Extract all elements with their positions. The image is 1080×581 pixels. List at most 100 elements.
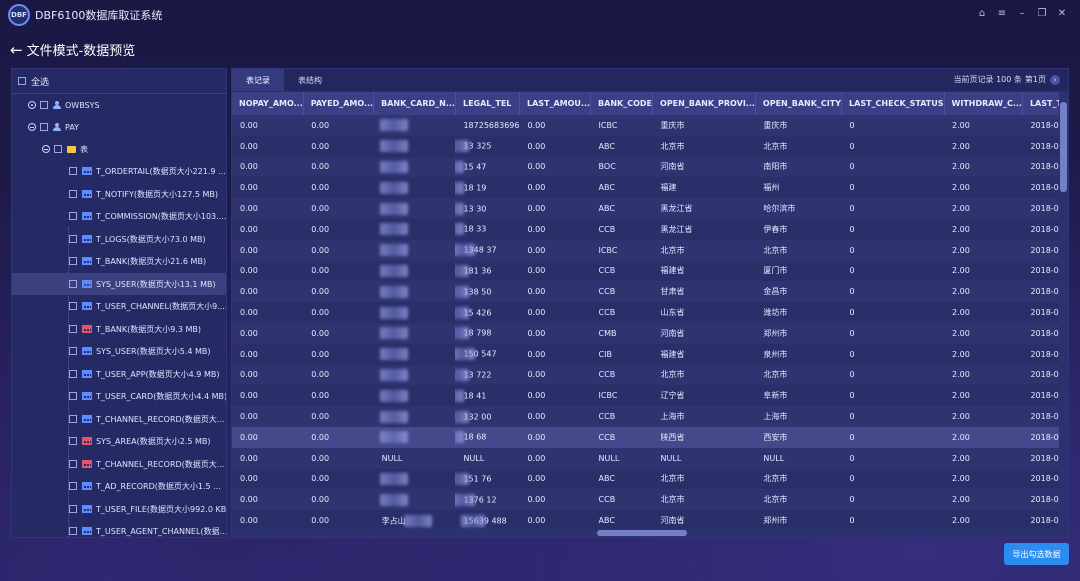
back-arrow-icon[interactable]: ← bbox=[10, 41, 23, 59]
table-row[interactable]: 0.000.0018 190.00ABC福建福州02.002018-05-28 … bbox=[232, 177, 1068, 199]
table-vertical-scrollbar[interactable] bbox=[1059, 92, 1068, 537]
table-vscroll-thumb[interactable] bbox=[1060, 102, 1067, 192]
table-header-row: NOPAY_AMO... PAYED_AMO... BANK_CARD_N... LE… bbox=[232, 92, 1068, 115]
column-header[interactable]: LAST_CHECK_STATUS bbox=[841, 92, 945, 115]
tree-item[interactable]: SYS_AREA(数据页大小2.5 MB) bbox=[12, 430, 226, 452]
table-row[interactable]: 0.000.0013 7220.00CCB北京市北京市02.002018-06-… bbox=[232, 364, 1068, 386]
column-header[interactable]: BANK_CARD_N... bbox=[373, 92, 456, 115]
tree-item-checkbox[interactable] bbox=[54, 145, 62, 153]
tree-item[interactable]: SYS_USER(数据页大小13.1 MB) bbox=[12, 273, 226, 295]
table-row[interactable]: 0.000.00150 5470.00CIB福建省泉州市02.002018-06… bbox=[232, 343, 1068, 365]
tree-item[interactable]: T_CHANNEL_RECORD(数据页大... bbox=[12, 408, 226, 430]
column-header[interactable]: LEGAL_TEL bbox=[455, 92, 520, 115]
tree-item[interactable]: T_USER_CARD(数据页大小4.4 MB) bbox=[12, 385, 226, 407]
tree-item[interactable]: T_BANK(数据页大小9.3 MB) bbox=[12, 318, 226, 340]
tree-item[interactable]: T_ORDERTAIL(数据页大小221.9 ... bbox=[12, 160, 226, 182]
tree-item[interactable]: 表 bbox=[12, 138, 226, 160]
tree-item[interactable]: T_USER_AGENT_CHANNEL(数据... bbox=[12, 520, 226, 537]
table-cell: 18 19 bbox=[455, 177, 520, 199]
table-row[interactable]: 0.00 0.00 1348 37 0.00 ICBC 北京市 北京市 0 2.00 2018-0… bbox=[232, 239, 1068, 261]
table-row[interactable]: 0.000.00132 000.00CCB上海市上海市02.002018-05-… bbox=[232, 406, 1068, 427]
tree-item[interactable]: PAY bbox=[12, 116, 226, 138]
tree-item[interactable]: SYS_USER(数据页大小5.4 MB) bbox=[12, 340, 226, 362]
tab-records[interactable]: 表记录 bbox=[232, 69, 284, 91]
table-cell bbox=[373, 406, 456, 427]
tree-item-checkbox[interactable] bbox=[69, 302, 77, 310]
table-row[interactable]: 0.000.00151 760.00ABC北京市北京市02.002018-05-… bbox=[232, 468, 1068, 490]
table-row[interactable]: 0.000.0013 300.00ABC黑龙江省哈尔滨市02.002018-05… bbox=[232, 198, 1068, 219]
tree-item-checkbox[interactable] bbox=[69, 212, 77, 220]
column-header[interactable]: NOPAY_AMO... bbox=[232, 92, 304, 115]
tree-item-checkbox[interactable] bbox=[69, 190, 77, 198]
tree-item[interactable]: OWBSYS bbox=[12, 94, 226, 116]
column-header[interactable]: LAST_AMOU... bbox=[519, 92, 592, 115]
folder-icon bbox=[67, 145, 76, 153]
tree-item-checkbox[interactable] bbox=[40, 123, 48, 131]
tree-item-checkbox[interactable] bbox=[69, 167, 77, 175]
tree-item-checkbox[interactable] bbox=[69, 257, 77, 265]
table-icon bbox=[82, 370, 92, 378]
tree-item-checkbox[interactable] bbox=[69, 392, 77, 400]
tree-item[interactable]: T_USER_APP(数据页大小4.9 MB) bbox=[12, 363, 226, 385]
tree-item[interactable]: T_BANK(数据页大小21.6 MB) bbox=[12, 250, 226, 272]
tree-item[interactable]: T_USER_CHANNEL(数据页大小9.... bbox=[12, 295, 226, 317]
table-row[interactable]: 0.000.0018 410.00ICBC辽宁省阜新市02.002018-05-… bbox=[232, 385, 1068, 407]
tree-item[interactable]: T_LOGS(数据页大小73.0 MB) bbox=[12, 228, 226, 250]
column-header[interactable]: PAYED_AMO... bbox=[303, 92, 375, 115]
table-row[interactable]: 0.00 0.00 李占山 15639 488 0.00 ABC 河南省 郑州市 0 2.00 20… bbox=[232, 510, 1068, 531]
tree-item[interactable]: T_COMMISSION(数据页大小103.... bbox=[12, 205, 226, 227]
tree-item-checkbox[interactable] bbox=[69, 280, 77, 288]
redacted-blur bbox=[455, 472, 470, 485]
tree-item-checkbox[interactable] bbox=[69, 460, 77, 468]
tab-structure[interactable]: 表结构 bbox=[284, 69, 336, 91]
close-icon[interactable]: ✕ bbox=[1055, 8, 1069, 19]
menu-icon[interactable]: ≡ bbox=[995, 8, 1009, 19]
table-row[interactable]: 0.00 0.00 18725683696 0.00 ICBC 重庆市 重庆市 0 2.00 20… bbox=[232, 115, 1068, 136]
restore-icon[interactable]: ❐ bbox=[1035, 8, 1049, 19]
table-cell: 0.00 bbox=[519, 302, 591, 323]
table-row[interactable]: 0.00 0.00 NULL NULL 0.00 NULL NULL NULL 0 2.00 201… bbox=[232, 447, 1068, 469]
table-row[interactable]: 0.000.0018 7980.00CMB河南省郑州市02.002018-06-… bbox=[232, 322, 1068, 344]
tree-item-checkbox[interactable] bbox=[69, 437, 77, 445]
tree-item[interactable]: T_USER_FILE(数据页大小992.0 KB) bbox=[12, 498, 226, 520]
tree-item-checkbox[interactable] bbox=[69, 370, 77, 378]
redacted-blur bbox=[379, 264, 408, 277]
export-selected-button[interactable]: 导出勾选数据 bbox=[1004, 543, 1069, 565]
collapse-icon[interactable] bbox=[42, 145, 50, 153]
column-header[interactable]: WITHDRAW_C... bbox=[944, 92, 1023, 115]
minimize-icon[interactable]: – bbox=[1015, 8, 1029, 19]
tree-item-checkbox[interactable] bbox=[69, 415, 77, 423]
tree-item[interactable]: T_AD_RECORD(数据页大小1.5 ... bbox=[12, 475, 226, 497]
table-cell: 0.00 bbox=[519, 198, 591, 219]
table-row[interactable]: 0.000.0018 330.00CCB黑龙江省伊春市02.002018-05-… bbox=[232, 218, 1068, 240]
tree-item-checkbox[interactable] bbox=[40, 101, 48, 109]
tree-item[interactable]: T_NOTIFY(数据页大小127.5 MB) bbox=[12, 183, 226, 205]
table-row[interactable]: 0.000.0015 470.00BOC河南省南阳市02.002018-05-2… bbox=[232, 156, 1068, 178]
tree-item[interactable]: T_CHANNEL_RECORD(数据页大... bbox=[12, 453, 226, 475]
table-cell: 0 bbox=[841, 426, 945, 448]
tree-item-checkbox[interactable] bbox=[69, 505, 77, 513]
table-horizontal-scrollbar[interactable] bbox=[232, 529, 1061, 537]
expand-icon[interactable] bbox=[28, 101, 36, 109]
column-header[interactable]: OPEN_BANK_CITY bbox=[755, 92, 843, 115]
table-row[interactable]: 0.000.0013 3250.00ABC北京市北京市02.002018-05-… bbox=[232, 135, 1068, 157]
tree-item-checkbox[interactable] bbox=[69, 235, 77, 243]
next-page-icon[interactable]: › bbox=[1050, 74, 1060, 85]
table-row[interactable]: 0.000.0018 680.00CCB陕西省西安市02.002018-05-2… bbox=[232, 426, 1068, 448]
table-row[interactable]: 0.000.0015 4260.00CCB山东省潍坊市02.002018-06-… bbox=[232, 302, 1068, 323]
tree-item-checkbox[interactable] bbox=[69, 482, 77, 490]
tree-item-checkbox[interactable] bbox=[69, 347, 77, 355]
select-all-checkbox[interactable] bbox=[18, 77, 26, 85]
collapse-icon[interactable] bbox=[28, 123, 36, 131]
column-header[interactable]: OPEN_BANK_PROVI... bbox=[652, 92, 756, 115]
redacted-blur bbox=[379, 368, 408, 381]
table-row[interactable]: 0.000.00138 500.00CCB甘肃省金昌市02.002018-06-… bbox=[232, 281, 1068, 303]
column-header[interactable]: BANK_CODE bbox=[590, 92, 654, 115]
table-row[interactable]: 0.000.00181 360.00CCB福建省厦门市02.002018-06-… bbox=[232, 260, 1068, 282]
table-hscroll-thumb[interactable] bbox=[597, 530, 687, 536]
table-cell: 河南省 bbox=[652, 510, 756, 531]
home-icon[interactable]: ⌂ bbox=[975, 8, 989, 19]
tree-item-checkbox[interactable] bbox=[69, 527, 77, 535]
tree-item-checkbox[interactable] bbox=[69, 325, 77, 333]
table-row[interactable]: 0.000.001376 120.00CCB北京市北京市02.002018-05… bbox=[232, 489, 1068, 511]
